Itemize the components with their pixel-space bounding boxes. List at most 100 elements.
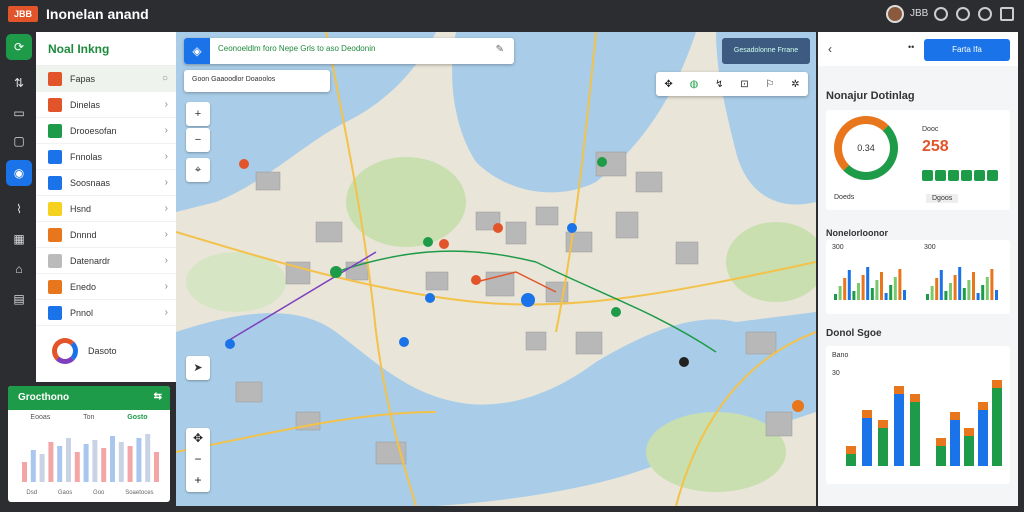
status-chip <box>922 170 933 181</box>
sidebar-item-icon <box>48 123 62 138</box>
map-pin <box>679 357 689 367</box>
chevron-right-icon: › <box>164 125 168 136</box>
pin-icon[interactable]: ⚐ <box>765 79 774 90</box>
sidebar-item[interactable]: Datenardr › <box>36 248 176 274</box>
rail-home-icon[interactable]: ⟳ <box>6 34 32 60</box>
zoom-in-icon[interactable]: + <box>186 470 210 491</box>
map-pin <box>239 159 249 169</box>
bar-b <box>950 420 960 466</box>
route-icon[interactable]: ↯ <box>715 79 723 90</box>
map-pin <box>521 293 535 307</box>
sidebar-item[interactable]: Dnnnd › <box>36 222 176 248</box>
spark-bar <box>935 278 939 300</box>
legend-tag: Dgoos <box>926 194 959 203</box>
stats-widget-labels: Eooas Ton Gosto <box>8 410 170 425</box>
user-avatar[interactable] <box>886 5 904 23</box>
sidebar-item-icon <box>48 201 62 216</box>
map-canvas[interactable] <box>176 32 816 506</box>
sidebar-item[interactable]: Fnnolas › <box>36 144 176 170</box>
location-search-field[interactable]: Goon Gaaoodlor Doaoolos <box>184 70 330 92</box>
close-icon[interactable] <box>1000 7 1014 21</box>
chevron-right-icon: › <box>164 307 168 318</box>
stats-bar <box>101 448 107 482</box>
map-search-bar[interactable]: ◈ ✎ <box>184 38 514 64</box>
lock-icon[interactable]: ⊡ <box>740 79 748 90</box>
sidebar-item[interactable]: Soosnaas › <box>36 170 176 196</box>
chevron-right-icon: › <box>164 99 168 110</box>
rail-folder-icon[interactable]: ▭ <box>6 100 32 126</box>
app-title: Inonelan anand <box>46 6 149 22</box>
layers-icon[interactable]: ◍ <box>690 79 699 90</box>
app-logo[interactable]: JBB <box>8 6 38 22</box>
spark-bar <box>861 275 865 300</box>
zoom-control: ✥ − + <box>186 428 210 492</box>
sidebar-item[interactable]: Fapas ○ <box>36 66 176 92</box>
move-icon[interactable]: ✥ <box>664 79 672 90</box>
settings-icon[interactable]: ✲ <box>791 79 799 90</box>
bar-a <box>878 428 888 466</box>
stats-label: Ton <box>83 414 95 421</box>
status-chip <box>935 170 946 181</box>
stats-bar <box>145 434 151 482</box>
zoom-in-button[interactable]: + <box>186 102 210 126</box>
sidebar-item-label: Pnnol <box>70 307 94 318</box>
map-search-input[interactable] <box>218 44 488 53</box>
pan-icon[interactable]: ✥ <box>186 428 210 449</box>
layer-selector-button[interactable]: Gesadolonne Frrane <box>722 38 810 64</box>
spark-bar <box>893 277 897 300</box>
chip-row <box>922 168 1000 186</box>
sidebar-footer-label: Dasoto <box>88 346 117 356</box>
stats-widget-header: Grocthono ⇆ <box>8 386 170 410</box>
spark-bar <box>967 280 971 300</box>
rail-analytics-icon[interactable]: ⌇ <box>6 196 32 222</box>
zoom-out-icon[interactable]: − <box>186 449 210 470</box>
sidebar-footer[interactable]: Dasoto <box>36 326 176 376</box>
sidebar-item-icon <box>48 175 62 190</box>
rail-report-icon[interactable]: ▤ <box>6 286 32 312</box>
more-icon[interactable]: •• <box>908 42 914 52</box>
bar-b-cap <box>964 428 974 436</box>
map-view[interactable]: ◈ ✎ Goon Gaaoodlor Doaoolos Gesadolonne … <box>176 32 816 506</box>
chevron-right-icon: › <box>164 203 168 214</box>
filter-icon[interactable]: ⇆ <box>154 391 162 402</box>
spark-bar <box>949 283 952 300</box>
locate-button[interactable]: ⌖ <box>186 158 210 182</box>
map-pin <box>423 237 433 247</box>
stats-bar <box>136 438 142 482</box>
stacked-bar-chart <box>846 380 1002 466</box>
map-pin <box>425 293 435 303</box>
bar-a <box>910 402 920 466</box>
spark-bar <box>898 269 902 300</box>
rail-building-icon[interactable]: ⌂ <box>6 256 32 282</box>
rail-grid-icon[interactable]: ▦ <box>6 226 32 252</box>
map-park <box>186 252 286 312</box>
bar-b <box>978 410 988 466</box>
sidebar-item-label: Fnnolas <box>70 151 103 162</box>
notification-icon[interactable] <box>934 7 948 21</box>
help-icon[interactable] <box>956 7 970 21</box>
spark-bar <box>875 280 879 300</box>
back-chevron-icon[interactable]: ‹ <box>828 42 832 56</box>
zoom-out-button[interactable]: − <box>186 128 210 152</box>
sidebar-item[interactable]: Hsnd › <box>36 196 176 222</box>
sidebar-item-label: Enedo <box>70 281 97 292</box>
mic-icon[interactable]: ✎ <box>496 44 504 55</box>
navigate-button[interactable]: ➤ <box>186 356 210 380</box>
sidebar-header: Noal Inkng <box>36 32 176 66</box>
settings-icon[interactable] <box>978 7 992 21</box>
sidebar-item[interactable]: Enedo › <box>36 274 176 300</box>
rail-tasks-icon[interactable]: ⇅ <box>6 70 32 96</box>
sidebar-item[interactable]: Pnnol › <box>36 300 176 326</box>
sidebar-item[interactable]: Drooesofan › <box>36 118 176 144</box>
bar-b-cap <box>992 380 1002 388</box>
stats-bar <box>74 452 80 482</box>
rail-chat-icon[interactable]: ▢ <box>6 128 32 154</box>
stats-bar-chart <box>22 434 159 482</box>
rail-map-icon[interactable]: ◉ <box>6 160 32 186</box>
share-button[interactable]: Farta Ifa <box>924 39 1010 61</box>
back-arrow-icon[interactable]: ◈ <box>184 38 210 64</box>
stats-bar <box>110 436 115 482</box>
sidebar-item[interactable]: Dinelas › <box>36 92 176 118</box>
sidebar-list: Fapas ○ Dinelas › Drooesofan › Fnnolas › Soosnaa… <box>36 66 176 326</box>
spark-bar <box>838 286 842 300</box>
